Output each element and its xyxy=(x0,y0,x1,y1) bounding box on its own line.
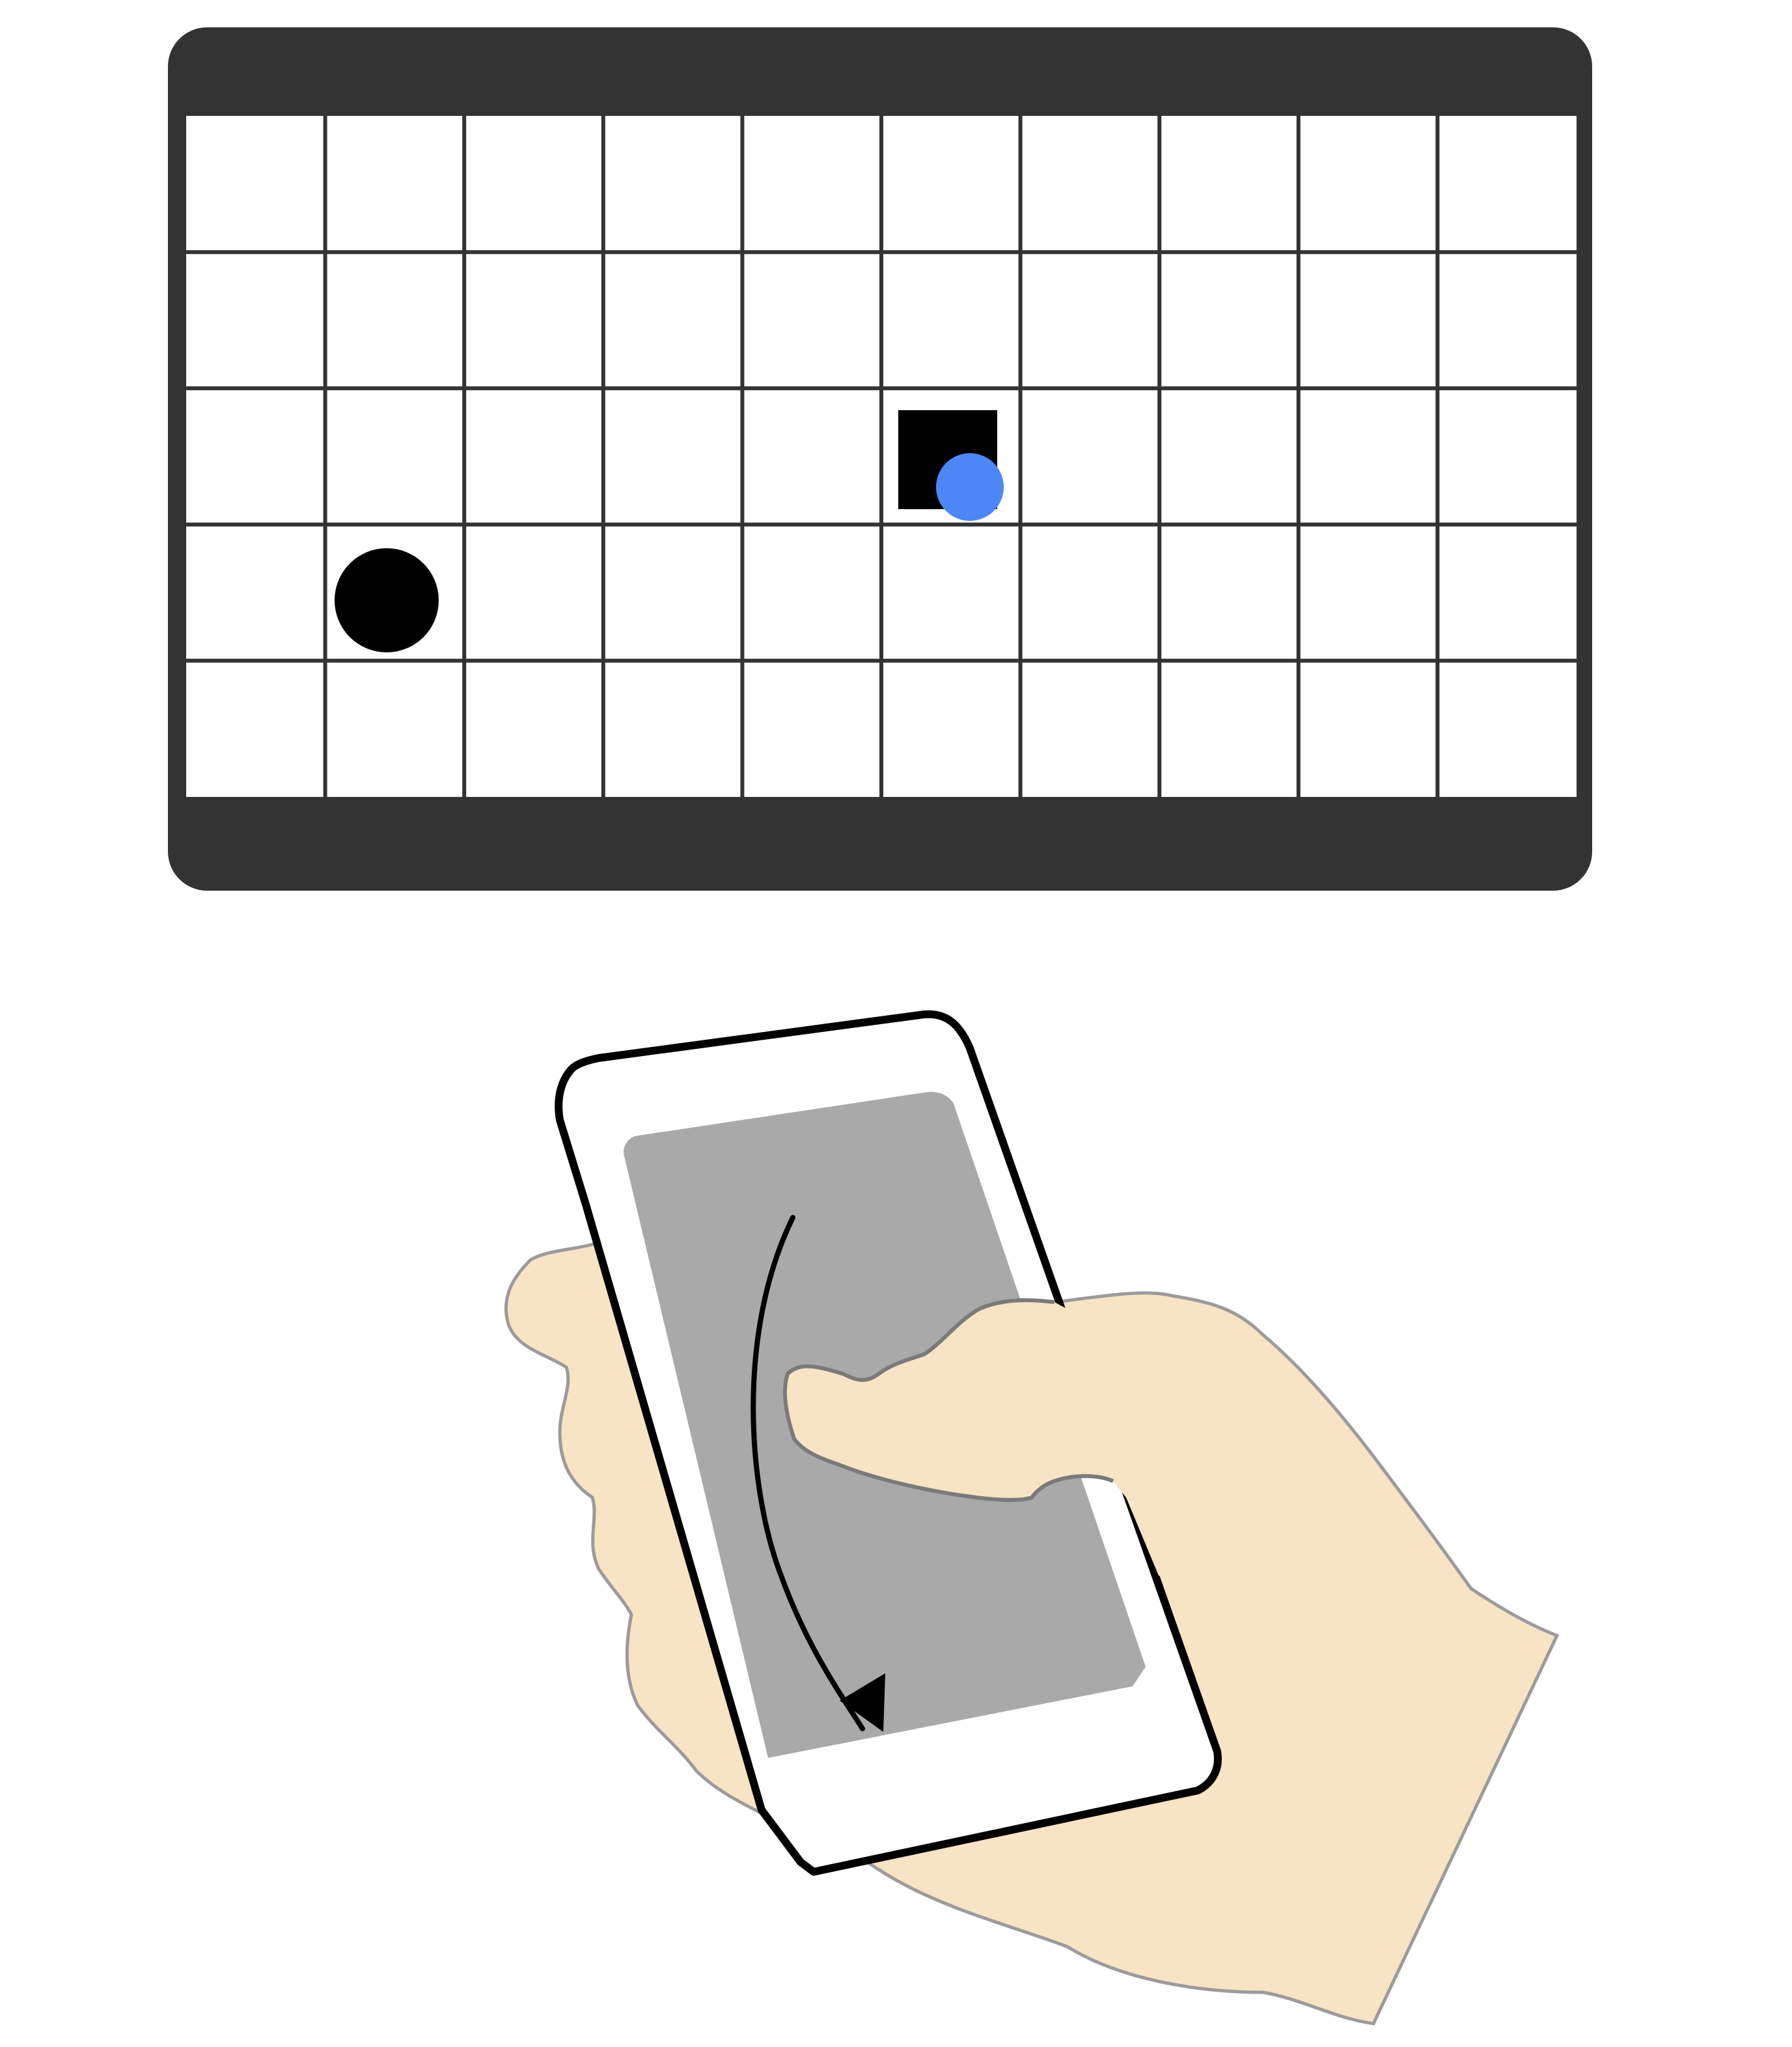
hand-holding-phone xyxy=(504,1010,1560,2026)
player-circle xyxy=(335,548,439,652)
cursor-dot xyxy=(936,453,1004,521)
illustration xyxy=(168,27,1592,2026)
large-display xyxy=(168,27,1592,891)
